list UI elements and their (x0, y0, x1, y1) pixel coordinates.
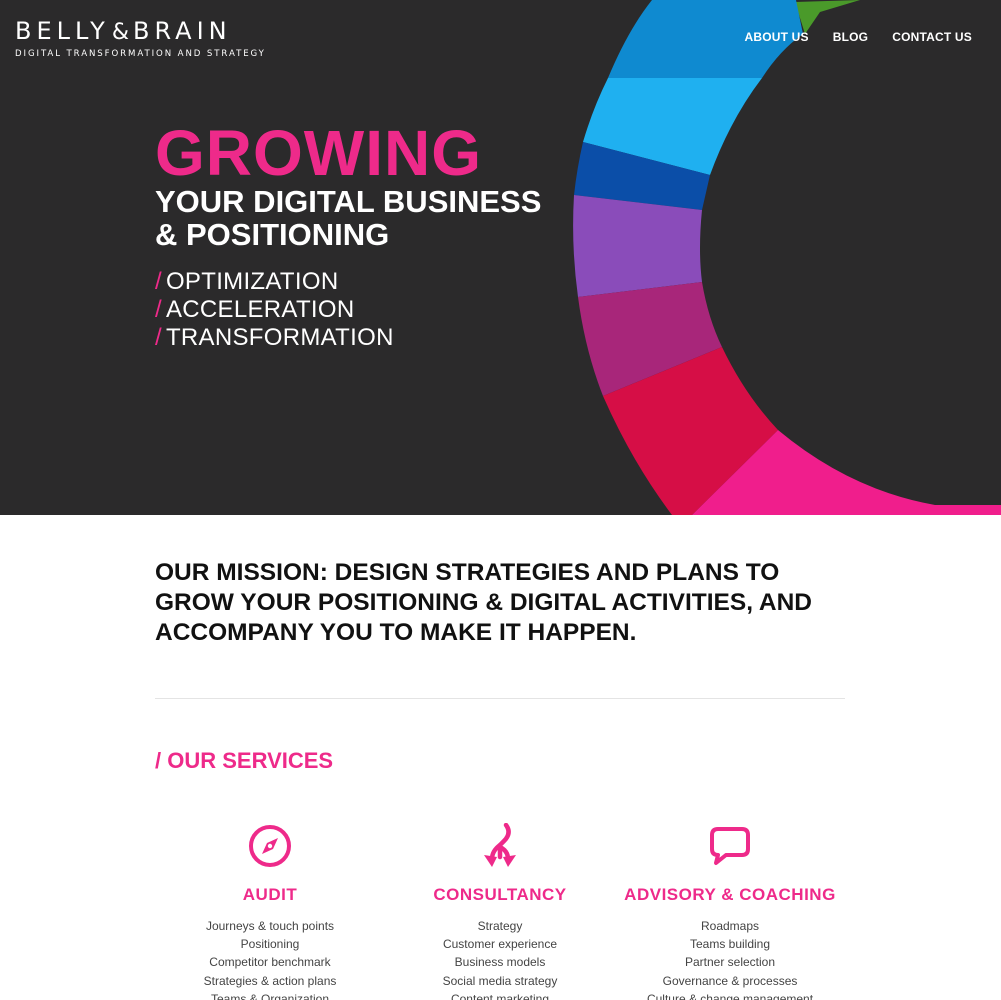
slash-mark: / (155, 296, 162, 323)
nav-contact-us[interactable]: CONTACT US (892, 30, 972, 44)
compass-icon (155, 820, 385, 872)
service-advisory-coaching: ADVISORY & COACHING Roadmaps Teams build… (615, 820, 845, 1000)
main-nav: ABOUT US BLOG CONTACT US (744, 30, 972, 44)
ring-segment-purple (573, 195, 702, 297)
nav-blog[interactable]: BLOG (833, 30, 868, 44)
list-item: Competitor benchmark (209, 955, 331, 970)
list-item: Roadmaps (700, 919, 760, 933)
logo-wordmark: BELLY & BRAIN (15, 18, 266, 46)
hero-list-label: OPTIMIZATION (165, 268, 339, 295)
split-arrows-icon (385, 820, 615, 872)
list-item: Strategy (477, 919, 523, 933)
services-grid: AUDIT Journeys & touch points Positionin… (155, 820, 845, 1000)
hero-list-item: / ACCELERATION (155, 296, 541, 324)
ring-segment-green (795, 0, 860, 34)
service-title: AUDIT (242, 885, 298, 904)
service-list: Strategy Customer experience Business mo… (385, 917, 615, 1000)
list-item: Partner selection (684, 955, 776, 970)
service-list: Roadmaps Teams building Partner selectio… (615, 917, 845, 1000)
list-item: Culture & change management (646, 991, 814, 1000)
hero-list-label: TRANSFORMATION (165, 324, 394, 351)
service-title: ADVISORY & COACHING (624, 885, 836, 904)
list-item: Strategies & action plans (203, 973, 337, 988)
list-item: Business models (454, 955, 546, 970)
hero-text-block: GROWING YOUR DIGITAL BUSINESS & POSITION… (155, 118, 541, 352)
hero-section: BELLY & BRAIN DIGITAL TRANSFORMATION AND… (0, 0, 1001, 515)
logo-tagline: DIGITAL TRANSFORMATION AND STRATEGY (15, 49, 266, 59)
service-audit: AUDIT Journeys & touch points Positionin… (155, 820, 385, 1000)
list-item: Content marketing (450, 991, 550, 1000)
logo-ampersand: & (111, 20, 131, 45)
list-item: Teams building (689, 937, 771, 952)
services-heading: / OUR SERVICES (155, 748, 334, 773)
list-item: Social media strategy (442, 973, 558, 988)
list-item: Positioning (240, 937, 300, 952)
list-item: Journeys & touch points (205, 919, 335, 933)
logo-name-right: BRAIN (133, 17, 232, 45)
service-list: Journeys & touch points Positioning Comp… (155, 917, 385, 1000)
nav-about-us[interactable]: ABOUT US (744, 30, 808, 44)
list-item: Customer experience (442, 937, 558, 952)
brand-logo[interactable]: BELLY & BRAIN DIGITAL TRANSFORMATION AND… (15, 18, 266, 59)
hero-list: / OPTIMIZATION / ACCELERATION / TRANSFORMAT… (155, 268, 541, 352)
service-title: CONSULTANCY (433, 885, 567, 904)
hero-headline: GROWING (155, 117, 482, 189)
logo-name-left: BELLY (15, 17, 110, 45)
hero-list-item: / TRANSFORMATION (155, 324, 541, 352)
list-item: Teams & Organization (210, 991, 330, 1000)
hero-list-label: ACCELERATION (165, 296, 355, 323)
slash-mark: / (155, 268, 162, 295)
list-item: Governance & processes (662, 973, 798, 988)
mission-statement: OUR MISSION: DESIGN STRATEGIES AND PLANS… (155, 559, 812, 646)
section-divider (155, 698, 845, 699)
slash-mark: / (155, 324, 162, 351)
speech-bubble-icon (615, 820, 845, 872)
service-consultancy: CONSULTANCY Strategy Customer experience… (385, 820, 615, 1000)
hero-list-item: / OPTIMIZATION (155, 268, 541, 296)
